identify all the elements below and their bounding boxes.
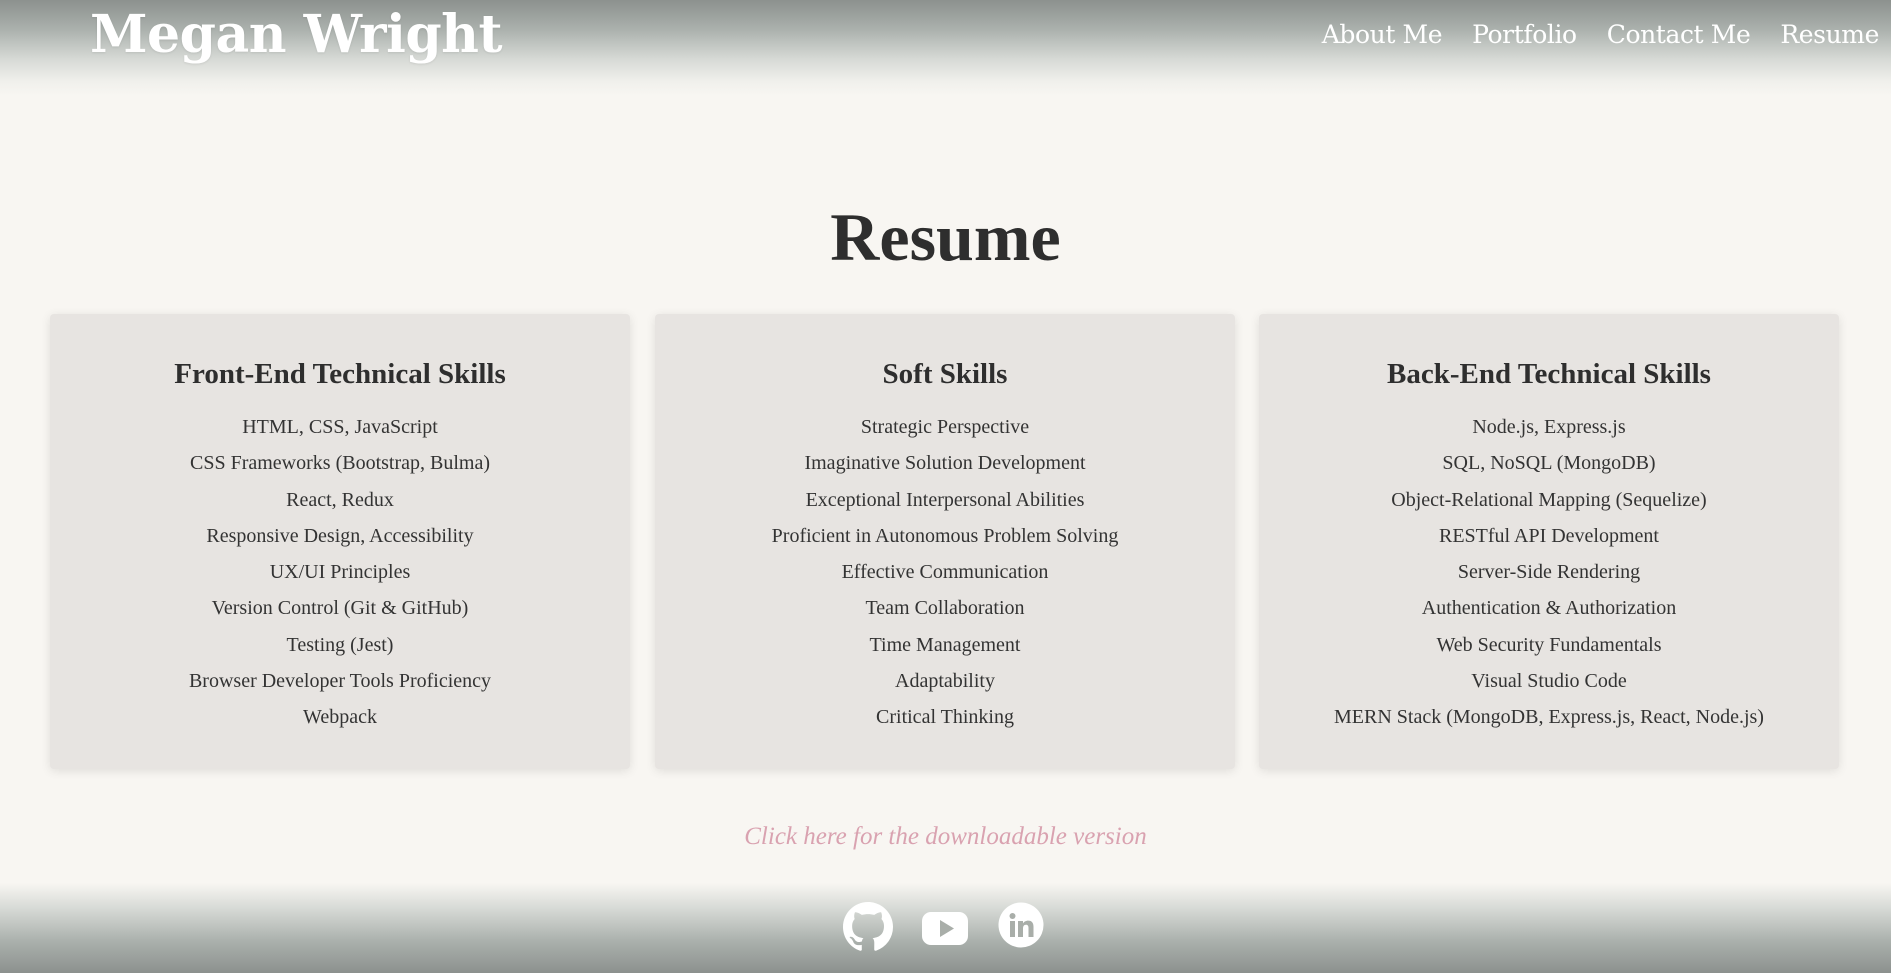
list-item: SQL, NoSQL (MongoDB) xyxy=(1442,452,1656,475)
card-title: Front-End Technical Skills xyxy=(174,358,506,390)
list-item: Team Collaboration xyxy=(865,597,1025,620)
nav-about-me[interactable]: About Me xyxy=(1322,20,1443,49)
main-nav: About Me Portfolio Contact Me Resume xyxy=(1322,20,1880,49)
list-item: Adaptability xyxy=(895,670,995,693)
list-item: CSS Frameworks (Bootstrap, Bulma) xyxy=(190,452,490,475)
social-links xyxy=(0,902,1891,952)
card-title: Soft Skills xyxy=(882,358,1008,390)
list-item: Imaginative Solution Development xyxy=(804,452,1086,475)
skill-list: HTML, CSS, JavaScript CSS Frameworks (Bo… xyxy=(50,409,630,736)
list-item: React, Redux xyxy=(286,488,394,511)
list-item: Testing (Jest) xyxy=(286,633,394,656)
list-item: Server-Side Rendering xyxy=(1457,561,1641,584)
list-item: Web Security Fundamentals xyxy=(1436,633,1662,656)
nav-contact-me[interactable]: Contact Me xyxy=(1607,20,1751,49)
github-icon[interactable] xyxy=(843,902,893,952)
nav-resume[interactable]: Resume xyxy=(1780,20,1879,49)
skill-list: Strategic Perspective Imaginative Soluti… xyxy=(655,409,1235,736)
list-item: UX/UI Principles xyxy=(269,561,411,584)
page-title: Resume xyxy=(830,199,1061,275)
list-item: MERN Stack (MongoDB, Express.js, React, … xyxy=(1334,706,1764,729)
list-item: Authentication & Authorization xyxy=(1421,597,1677,620)
list-item: Effective Communication xyxy=(841,561,1049,584)
list-item: Visual Studio Code xyxy=(1471,670,1627,693)
card-front-end-skills: Front-End Technical Skills HTML, CSS, Ja… xyxy=(50,314,630,769)
nav-portfolio[interactable]: Portfolio xyxy=(1472,20,1577,49)
skill-list: Node.js, Express.js SQL, NoSQL (MongoDB)… xyxy=(1259,409,1839,736)
list-item: Node.js, Express.js xyxy=(1472,416,1626,438)
list-item: RESTful API Development xyxy=(1439,524,1659,547)
linkedin-icon[interactable] xyxy=(996,902,1046,952)
card-soft-skills: Soft Skills Strategic Perspective Imagin… xyxy=(655,314,1235,769)
list-item: Responsive Design, Accessibility xyxy=(206,524,474,547)
list-item: Version Control (Git & GitHub) xyxy=(211,597,469,620)
site-header: Megan Wright About Me Portfolio Contact … xyxy=(0,0,1891,96)
card-back-end-skills: Back-End Technical Skills Node.js, Expre… xyxy=(1259,314,1839,769)
list-item: Webpack xyxy=(303,706,377,729)
card-title: Back-End Technical Skills xyxy=(1387,358,1711,390)
youtube-icon[interactable] xyxy=(920,902,970,952)
list-item: Browser Developer Tools Proficiency xyxy=(188,670,492,693)
list-item: Proficient in Autonomous Problem Solving xyxy=(771,524,1119,547)
list-item: HTML, CSS, JavaScript xyxy=(242,416,438,438)
list-item: Time Management xyxy=(869,633,1021,656)
list-item: Exceptional Interpersonal Abilities xyxy=(805,488,1085,511)
list-item: Object-Relational Mapping (Sequelize) xyxy=(1391,488,1707,511)
site-brand[interactable]: Megan Wright xyxy=(90,4,503,65)
download-resume-link[interactable]: Click here for the downloadable version xyxy=(0,823,1891,851)
list-item: Critical Thinking xyxy=(876,706,1014,729)
list-item: Strategic Perspective xyxy=(860,416,1030,438)
